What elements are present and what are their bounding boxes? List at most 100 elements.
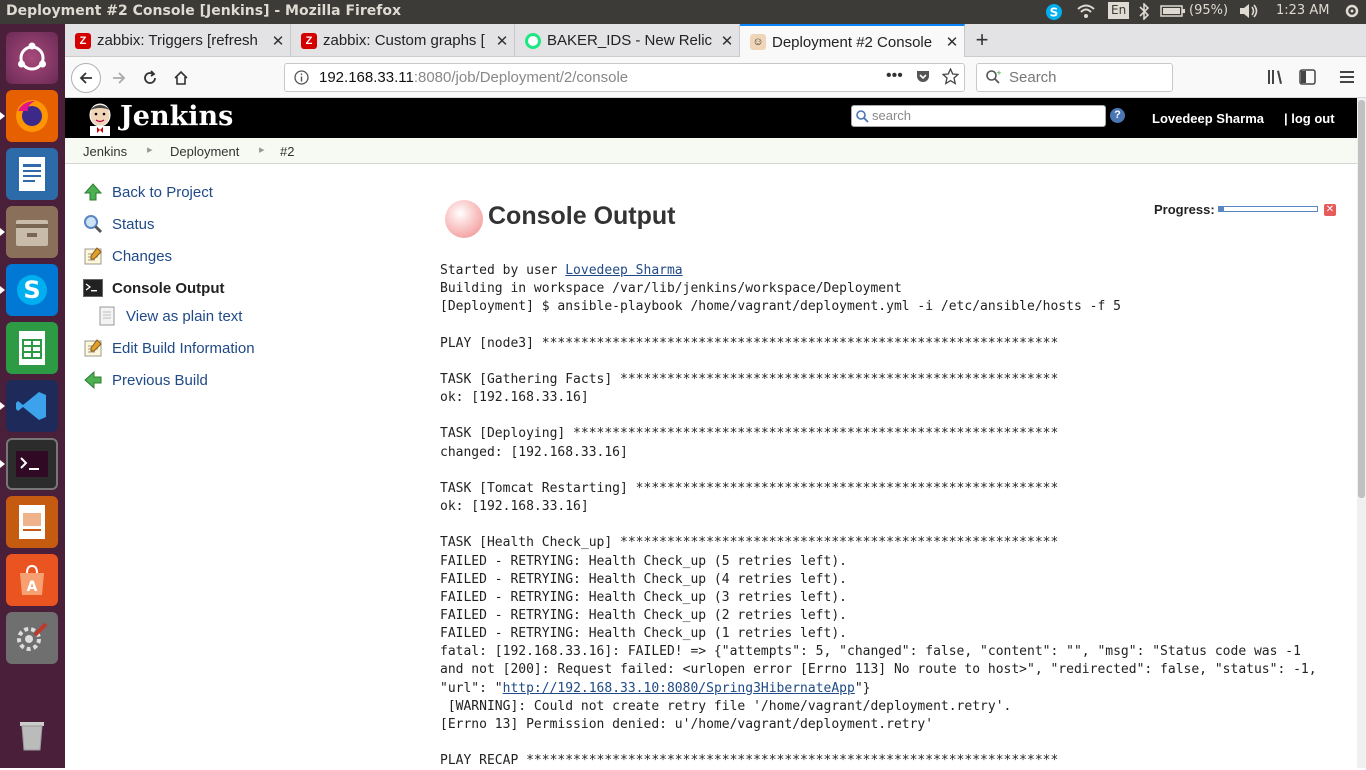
terminal-icon[interactable]	[6, 438, 58, 490]
side-task-label: View as plain text	[126, 307, 243, 325]
document-icon	[97, 306, 117, 326]
changes-link[interactable]: Changes	[83, 244, 172, 268]
side-task-label: Status	[112, 215, 155, 233]
navigation-toolbar: 192.168.33.11:8080/job/Deployment/2/cons…	[65, 57, 1366, 98]
close-icon[interactable]: ✕	[715, 32, 739, 50]
libreoffice-impress-icon[interactable]	[6, 496, 58, 548]
jenkins-favicon: ☺	[750, 34, 766, 50]
files-icon[interactable]	[6, 206, 58, 258]
previous-build-link[interactable]: Previous Build	[83, 368, 208, 392]
console-line: PLAY [node3] ***************************…	[440, 335, 1059, 351]
running-indicator	[0, 228, 5, 236]
tab-label: Deployment #2 Console	[772, 33, 933, 51]
close-icon[interactable]: ✕	[490, 32, 514, 50]
trash-icon[interactable]	[6, 708, 58, 760]
menu-icon[interactable]	[1339, 69, 1355, 90]
console-url-suffix: "}	[854, 680, 871, 696]
side-panel: Back to Project Status Changes Console O…	[65, 164, 425, 768]
ubuntu-dash-icon[interactable]	[6, 32, 58, 84]
console-line: changed: [192.168.33.16]	[440, 444, 628, 460]
page-actions-icon[interactable]: •••	[886, 67, 903, 85]
jenkins-logo-link[interactable]: Jenkins	[120, 101, 233, 132]
breadcrumb-build[interactable]: #2	[280, 144, 294, 159]
back-button[interactable]	[71, 63, 101, 93]
up-arrow-icon	[83, 182, 103, 202]
scrollbar-thumb[interactable]	[1358, 100, 1365, 498]
close-icon[interactable]: ✕	[940, 33, 964, 51]
bookmark-star-icon[interactable]	[941, 67, 960, 89]
libreoffice-calc-icon[interactable]	[6, 322, 58, 374]
home-button[interactable]	[166, 63, 196, 93]
window-title: Deployment #2 Console [Jenkins] - Mozill…	[6, 3, 401, 19]
tab-zabbix-triggers[interactable]: Z zabbix: Triggers [refresh ✕	[65, 24, 291, 57]
breadcrumb-jenkins[interactable]: Jenkins	[83, 144, 127, 159]
tab-zabbix-graphs[interactable]: Z zabbix: Custom graphs [ ✕	[291, 24, 515, 57]
edit-build-information-link[interactable]: Edit Build Information	[83, 336, 255, 360]
console-line: [Deployment] $ ansible-playbook /home/va…	[440, 299, 1121, 315]
app-url-link[interactable]: http://192.168.33.10:8080/Spring3Hiberna…	[503, 681, 855, 696]
url-bar[interactable]: 192.168.33.11:8080/job/Deployment/2/cons…	[284, 63, 965, 92]
visual-studio-code-icon[interactable]	[6, 380, 58, 432]
reload-button[interactable]	[135, 63, 165, 93]
close-icon[interactable]: ✕	[266, 32, 290, 50]
stop-build-icon[interactable]: ✕	[1324, 204, 1336, 216]
library-icon[interactable]	[1267, 69, 1285, 90]
side-task-label: Back to Project	[112, 183, 213, 201]
console-line: and not [200]: Request failed: <urlopen …	[440, 662, 1317, 678]
forward-button[interactable]	[104, 63, 134, 93]
settings-icon[interactable]	[1344, 3, 1360, 23]
tab-jenkins-console[interactable]: ☺ Deployment #2 Console ✕	[740, 24, 965, 58]
console-line: Building in workspace /var/lib/jenkins/w…	[440, 281, 902, 297]
console-line: FAILED - RETRYING: Health Check_up (3 re…	[440, 589, 847, 605]
keyboard-layout-indicator[interactable]: En	[1108, 2, 1130, 19]
console-lines-a: Building in workspace /var/lib/jenkins/w…	[440, 281, 1317, 677]
pocket-icon[interactable]	[915, 69, 931, 89]
jenkins-search-input[interactable]: search	[851, 105, 1106, 127]
tab-new-relic[interactable]: BAKER_IDS - New Relic ✕	[515, 24, 740, 57]
side-task-label: Console Output	[112, 279, 225, 297]
side-task-label: Edit Build Information	[112, 339, 255, 357]
system-settings-icon[interactable]	[6, 612, 58, 664]
url-path: :8080/job/Deployment/2/console	[413, 69, 629, 86]
skype-tray-icon[interactable]: S	[1045, 3, 1063, 25]
firefox-icon[interactable]	[6, 90, 58, 142]
user-name-link[interactable]: Lovedeep Sharma	[1152, 111, 1264, 126]
software-center-icon[interactable]: A	[6, 554, 58, 606]
console-output-link[interactable]: Console Output	[83, 276, 225, 300]
tab-label: BAKER_IDS - New Relic	[547, 32, 713, 49]
tab-label: zabbix: Triggers [refresh	[97, 32, 258, 49]
libreoffice-writer-icon[interactable]	[6, 148, 58, 200]
notepad-icon	[83, 246, 103, 266]
battery-icon[interactable]	[1160, 3, 1186, 23]
magnifier-icon	[83, 214, 103, 234]
clock[interactable]: 1:23 AM	[1276, 3, 1329, 18]
started-by-user-link[interactable]: Lovedeep Sharma	[565, 263, 682, 278]
wifi-icon[interactable]	[1077, 3, 1095, 23]
console-url-prefix: "url": "	[440, 680, 503, 696]
back-to-project-link[interactable]: Back to Project	[83, 180, 213, 204]
console-line: TASK [Tomcat Restarting] ***************…	[440, 480, 1059, 496]
sidebar-icon[interactable]	[1299, 69, 1316, 90]
side-task-label: Changes	[112, 247, 173, 265]
page-scrollbar[interactable]	[1357, 98, 1366, 768]
main-panel: Console Output Progress: ✕ Started by us…	[440, 164, 1357, 768]
running-indicator	[0, 112, 5, 120]
svg-text:A: A	[27, 579, 38, 595]
view-plain-text-link[interactable]: View as plain text	[97, 304, 242, 328]
logout-link[interactable]: | log out	[1284, 111, 1335, 126]
jenkins-search-placeholder: search	[872, 108, 912, 123]
jenkins-butler-icon[interactable]	[84, 102, 116, 141]
skype-icon[interactable]: S	[6, 264, 58, 316]
console-line: TASK [Deploying] ***********************…	[440, 426, 1059, 442]
status-link[interactable]: Status	[83, 212, 155, 236]
console-line: [Errno 13] Permission denied: u'/home/va…	[440, 716, 934, 732]
volume-icon[interactable]	[1238, 3, 1260, 23]
breadcrumb-deployment[interactable]: Deployment	[170, 144, 239, 159]
terminal-icon	[83, 278, 103, 298]
left-arrow-icon	[83, 370, 103, 390]
search-bar[interactable]: + Search	[976, 63, 1173, 92]
bluetooth-icon[interactable]	[1138, 2, 1150, 24]
site-info-icon[interactable]	[294, 70, 309, 89]
new-tab-button[interactable]: +	[968, 26, 996, 54]
help-icon[interactable]: ?	[1110, 108, 1125, 123]
